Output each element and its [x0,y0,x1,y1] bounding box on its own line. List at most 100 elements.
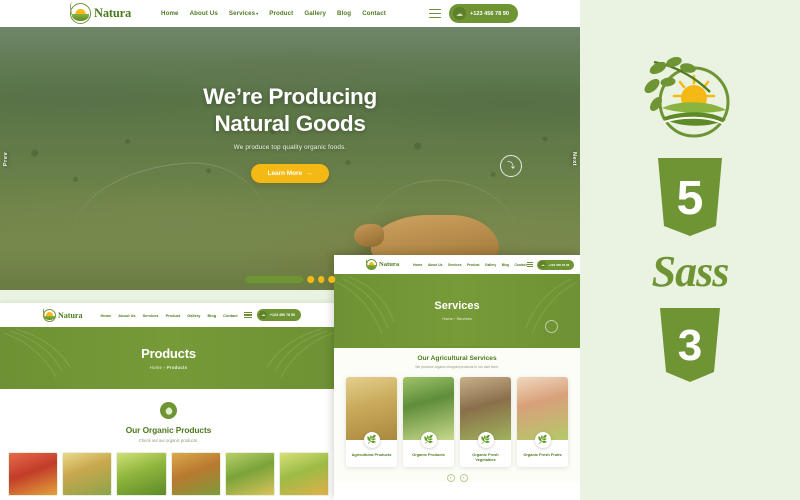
nav-item-product[interactable]: Product [269,10,293,17]
service-card[interactable]: 🌿 Organic Fresh Vegetables [460,376,511,467]
services-carousel-pager: ‹ › [334,473,580,482]
services-banner-title: Services [434,299,480,312]
nav-item-about-us[interactable]: About Us [118,313,135,318]
nav-item-about-us[interactable]: About Us [190,10,218,17]
slider-dot-1[interactable] [307,276,314,283]
product-thumbnail[interactable] [116,452,167,496]
products-brand-name: Natura [58,310,83,320]
headset-support-icon: ☁ [259,311,268,319]
brand-logo[interactable]: Natura [69,1,131,24]
slider-next-control[interactable]: Next [571,151,577,165]
nav-item-about-us[interactable]: About Us [428,263,443,267]
main-navigation: Home About Us Services▾ Product Gallery … [161,10,386,17]
nav-item-services[interactable]: Services [143,313,159,318]
hamburger-menu-icon[interactable] [428,8,441,19]
nav-item-gallery[interactable]: Gallery [485,263,496,267]
service-cards-row: 🌿 Agricultural Products 🌿 Organic Produc… [334,369,580,467]
products-banner-title: Products [141,346,196,361]
nav-item-blog[interactable]: Blog [337,10,351,17]
phone-cta-button[interactable]: ☁ +123 456 78 90 [537,259,575,270]
products-page-screenshot: Natura Home About Us Services Product Ga… [0,303,337,500]
organic-products-section-header: Our Organic Products Check out our organ… [0,389,337,443]
nav-item-contact[interactable]: Contact [515,263,527,267]
slider-prev-control[interactable]: Prev [3,151,9,165]
nav-item-home[interactable]: Home [100,313,111,318]
learn-more-label: Learn More [267,169,303,177]
nav-item-services-label: Services [228,10,256,17]
nav-item-product[interactable]: Product [467,263,479,267]
nav-item-blog[interactable]: Blog [502,263,509,267]
service-card-title: Agricultural Products [351,451,392,457]
html5-shield-icon: 5 [658,158,722,236]
breadcrumb-current: Services [456,315,472,321]
products-page-banner: Products Home › Products [0,327,337,389]
scroll-down-button[interactable]: ⤵ [500,154,522,177]
leaf-sun-farm-logo-icon [365,258,377,270]
nav-item-contact[interactable]: Contact [223,313,237,318]
product-thumbnail[interactable] [224,452,275,496]
slider-progress-bar[interactable] [245,276,304,283]
header-actions: ☁ +123 456 78 90 [428,4,518,23]
carousel-prev-button[interactable]: ‹ [446,473,455,482]
slider-dot-2[interactable] [317,276,325,283]
product-thumbnail[interactable] [62,452,113,496]
product-thumbnail[interactable] [170,452,221,496]
hamburger-menu-icon[interactable] [526,261,534,268]
nav-item-home[interactable]: Home [161,10,179,17]
nav-item-gallery[interactable]: Gallery [304,10,326,17]
nav-item-home[interactable]: Home [413,263,422,267]
services-navigation: Home About Us Services Product Gallery B… [413,263,527,267]
preview-stage: Natura Home About Us Services▾ Product G… [0,0,800,500]
breadcrumb-home[interactable]: Home [442,316,453,321]
leaf-sun-farm-logo-icon [42,307,56,322]
nav-item-blog[interactable]: Blog [207,313,216,318]
breadcrumb-separator: › [163,365,166,370]
slider-dot-3[interactable] [328,276,335,283]
phone-number: +123 456 78 90 [469,10,509,17]
hamburger-menu-icon[interactable] [243,311,252,319]
products-brand-logo[interactable]: Natura [42,307,83,322]
css3-shield-icon: 3 [660,308,720,382]
scroll-down-chevron-icon: ⤵ [507,160,515,170]
home-page-screenshot: Natura Home About Us Services▾ Product G… [0,0,580,290]
organic-products-title: Our Organic Products [125,425,212,435]
breadcrumb-current: Products [166,365,188,370]
nav-item-gallery[interactable]: Gallery [187,313,200,318]
phone-cta-button[interactable]: ☁ +123 456 78 90 [448,4,518,23]
carousel-next-button[interactable]: › [459,473,468,482]
agricultural-services-title: Our Agricultural Services [417,355,497,362]
nav-item-services[interactable]: Services [448,263,462,267]
headset-support-icon: ☁ [539,261,547,268]
hero-subtitle: We produce top quality organic foods. [233,143,347,151]
breadcrumb-home[interactable]: Home [150,365,163,370]
service-card-image: 🌿 [346,376,397,448]
slider-pagination [245,276,335,283]
decorative-circle [545,320,558,333]
arrow-right-icon: → [306,169,313,177]
products-navigation: Home About Us Services Product Gallery B… [100,313,237,318]
service-card[interactable]: 🌿 Organic Fresh Fruits [517,376,568,467]
products-header: Natura Home About Us Services Product Ga… [0,303,337,327]
leaf-sun-farm-logo-icon [69,1,91,24]
product-thumbnail[interactable] [278,452,330,496]
nav-item-services[interactable]: Services▾ [229,10,258,17]
learn-more-button[interactable]: Learn More → [250,163,330,183]
natura-logo-badge [638,52,742,144]
services-brand-logo[interactable]: Natura [365,258,399,270]
products-header-actions: ☁ +123 456 78 90 [243,309,301,321]
sass-badge: Sass [652,250,730,294]
service-card[interactable]: 🌿 Agricultural Products [346,376,397,467]
service-card-image: 🌿 [517,376,568,448]
product-thumbnail[interactable] [8,452,59,496]
brand-name: Natura [94,6,131,20]
service-card[interactable]: 🌿 Organic Products [403,376,454,467]
hero-title-line-2: Natural Goods [214,111,366,137]
leaf-sun-farm-logo-icon [644,56,730,138]
phone-cta-button[interactable]: ☁ +123 456 78 90 [256,309,301,321]
service-card-title: Organic Fresh Vegetables [472,451,499,463]
html5-label: 5 [677,172,704,225]
nav-item-contact[interactable]: Contact [362,10,386,17]
wheat-leaf-icon: 🌿 [363,431,380,448]
nav-item-product[interactable]: Product [166,313,181,318]
service-card-title: Organic Products [412,451,445,457]
